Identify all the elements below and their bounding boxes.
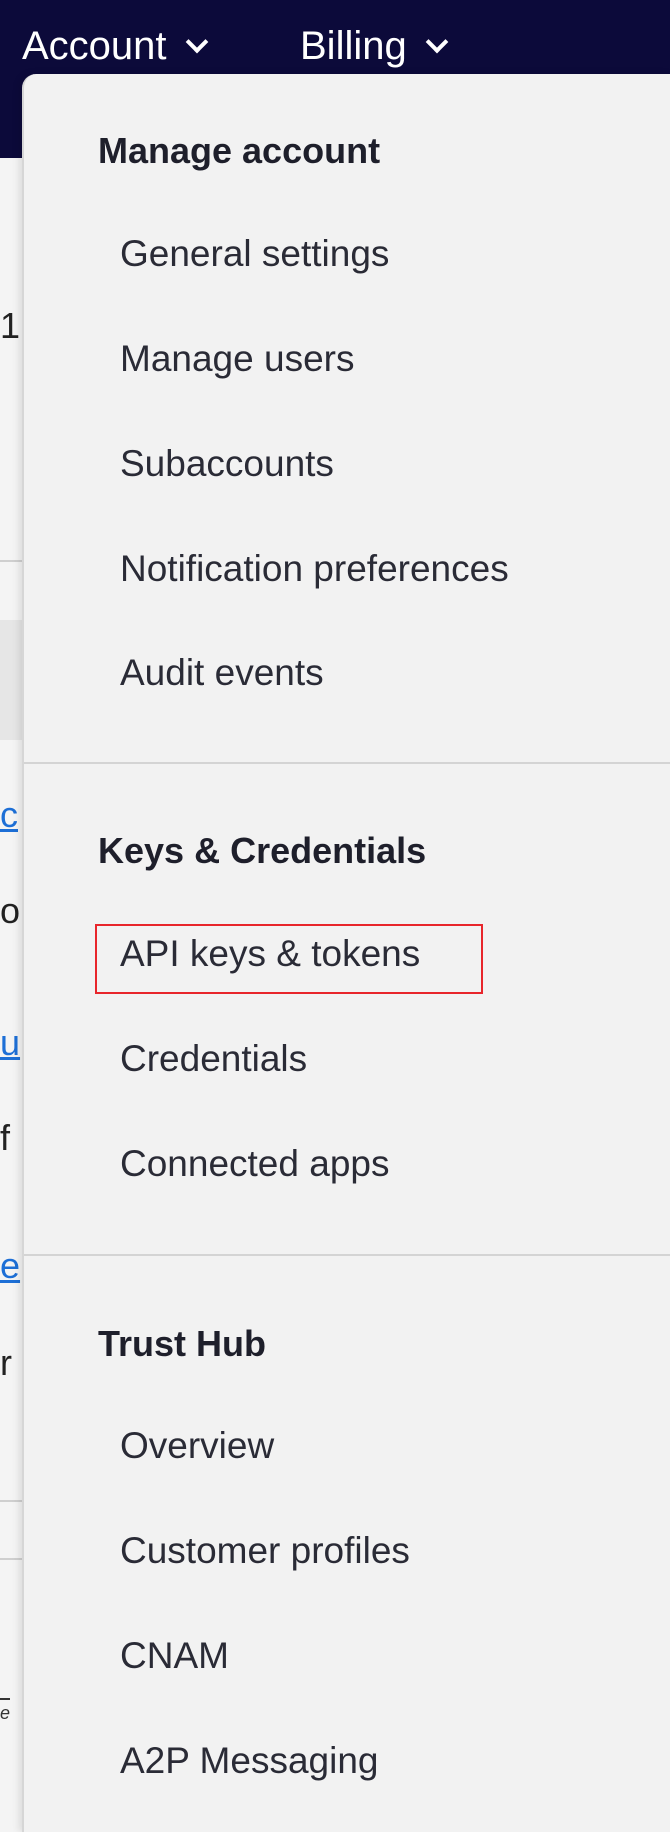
background-text-fragment: 1 bbox=[0, 305, 21, 346]
account-menu-label: Account bbox=[22, 23, 167, 68]
background-text-fragment: f bbox=[0, 1117, 11, 1158]
menu-item-audit-events[interactable]: Audit events bbox=[120, 652, 324, 694]
background-link-fragment[interactable]: e bbox=[0, 1248, 20, 1284]
menu-item-manage-users[interactable]: Manage users bbox=[120, 338, 354, 380]
menu-item-a2p-messaging[interactable]: A2P Messaging bbox=[120, 1740, 378, 1782]
menu-item-customer-profiles[interactable]: Customer profiles bbox=[120, 1530, 410, 1572]
background-link-fragment[interactable]: c bbox=[0, 797, 18, 833]
account-menu-trigger[interactable]: Account bbox=[22, 16, 208, 76]
menu-item-connected-apps[interactable]: Connected apps bbox=[120, 1143, 389, 1185]
menu-item-overview[interactable]: Overview bbox=[120, 1425, 274, 1467]
billing-menu-trigger[interactable]: Billing bbox=[300, 16, 449, 76]
menu-divider bbox=[24, 1254, 670, 1256]
chevron-down-icon bbox=[185, 30, 208, 54]
chevron-down-icon bbox=[425, 30, 449, 54]
menu-item-subaccounts[interactable]: Subaccounts bbox=[120, 443, 334, 485]
section-title-trust-hub: Trust Hub bbox=[98, 1323, 266, 1364]
menu-item-cnam[interactable]: CNAM bbox=[120, 1635, 229, 1677]
menu-item-credentials[interactable]: Credentials bbox=[120, 1038, 307, 1080]
menu-item-general-settings[interactable]: General settings bbox=[120, 233, 389, 275]
billing-menu-label: Billing bbox=[300, 23, 407, 68]
background-text-fragment: e bbox=[0, 1703, 11, 1723]
section-title-manage-account: Manage account bbox=[98, 130, 381, 171]
menu-item-api-keys-tokens[interactable]: API keys & tokens bbox=[120, 933, 420, 975]
menu-item-notification-preferences[interactable]: Notification preferences bbox=[120, 548, 509, 590]
background-divider bbox=[0, 1698, 10, 1700]
menu-divider bbox=[24, 762, 670, 764]
background-text-fragment: r bbox=[0, 1342, 12, 1383]
account-dropdown-menu: Manage account General settings Manage u… bbox=[22, 74, 670, 1832]
section-title-keys-credentials: Keys & Credentials bbox=[98, 830, 427, 871]
background-link-fragment[interactable]: u bbox=[0, 1025, 20, 1061]
background-text-fragment: o bbox=[0, 890, 21, 931]
